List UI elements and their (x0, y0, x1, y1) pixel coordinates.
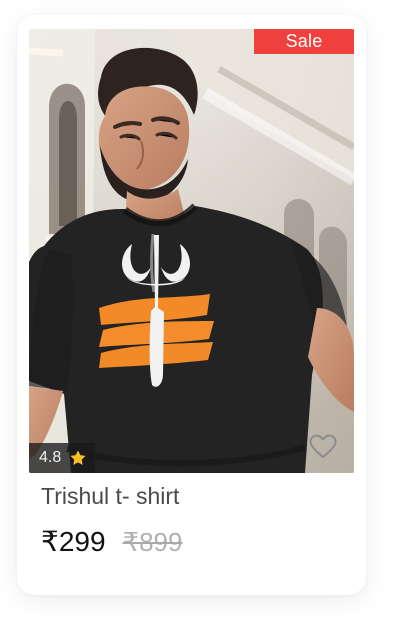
page: Sale 4.8 Trishul t- shirt ₹299 ₹899 (0, 0, 401, 632)
current-price: ₹299 (41, 526, 106, 557)
price-row: ₹299 ₹899 (41, 525, 182, 558)
wishlist-button[interactable] (306, 431, 340, 461)
original-price: ₹899 (122, 527, 183, 557)
product-card[interactable]: Sale 4.8 Trishul t- shirt ₹299 ₹899 (17, 15, 366, 595)
heart-outline-icon (309, 434, 337, 459)
star-icon (70, 450, 86, 465)
product-photo (29, 29, 354, 473)
sale-badge: Sale (254, 29, 354, 54)
rating-value: 4.8 (39, 449, 62, 466)
rating-badge: 4.8 (29, 443, 96, 473)
product-image[interactable]: Sale 4.8 (29, 29, 354, 473)
product-title[interactable]: Trishul t- shirt (41, 483, 179, 510)
